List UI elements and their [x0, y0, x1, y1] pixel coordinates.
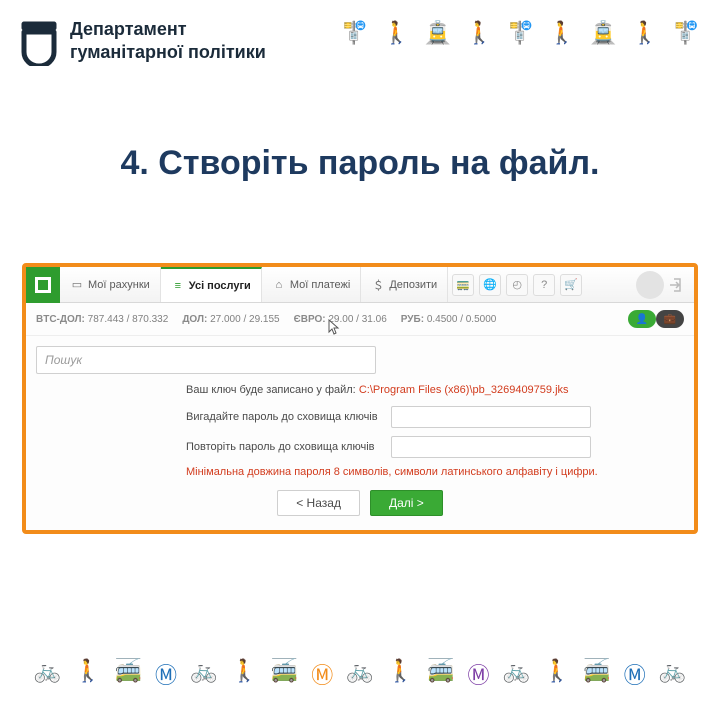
piggy-icon: ＄ — [371, 278, 385, 292]
password2-label: Повторіть пароль до сховища ключів — [186, 441, 391, 453]
back-button[interactable]: < Назад — [277, 490, 360, 516]
trolley3-icon: 🚎 — [427, 658, 454, 690]
key-file-info: Ваш ключ буде записано у файл: C:\Progra… — [186, 384, 694, 396]
rate-btc: 787.443 / 870.332 — [88, 314, 169, 325]
walk2-icon: 🚶 — [230, 658, 257, 690]
stop2-icon: 🚏 — [507, 20, 534, 46]
department-line1: Департамент — [70, 18, 266, 41]
rate-usd-label: ДОЛ: — [182, 314, 207, 325]
nav-accounts[interactable]: ▭ Мої рахунки — [60, 267, 161, 302]
nav-deposits[interactable]: ＄ Депозити — [361, 267, 448, 302]
nav-accounts-label: Мої рахунки — [88, 279, 150, 291]
trolley2-icon: 🚎 — [271, 658, 298, 690]
logout-icon[interactable] — [668, 277, 684, 293]
page-title: 4. Створіть пароль на файл. — [0, 144, 720, 183]
metro2-icon: Ⓜ — [311, 658, 333, 690]
nav-all-services[interactable]: ≡ Усі послуги — [161, 267, 262, 302]
trolley-icon: 🚎 — [115, 658, 142, 690]
mini-toolbar: 🚃 🌐 ◴ ? 🛒 — [452, 267, 582, 302]
bike-icon: 🚲 — [34, 658, 61, 690]
password1-label: Вигадайте пароль до сховища ключів — [186, 411, 391, 423]
key-file-prefix: Ваш ключ буде записано у файл: — [186, 384, 359, 396]
bottom-icon-strip: 🚲 🚶 🚎 Ⓜ 🚲 🚶 🚎 Ⓜ 🚲 🚶 🚎 Ⓜ 🚲 🚶 🚎 Ⓜ 🚲 — [0, 658, 720, 690]
cart-icon[interactable]: 🛒 — [560, 274, 582, 296]
rates-bar: BTC-ДОЛ: 787.443 / 870.332 ДОЛ: 27.000 /… — [26, 303, 694, 336]
help-icon[interactable]: ? — [533, 274, 555, 296]
trolley4-icon: 🚎 — [583, 658, 610, 690]
search-input[interactable] — [36, 346, 376, 374]
rate-btc-label: BTC-ДОЛ: — [36, 314, 85, 325]
rate-rub-label: РУБ: — [401, 314, 424, 325]
bus-icon: 🚊 — [424, 20, 451, 46]
bike2-icon: 🚲 — [190, 658, 217, 690]
user-avatar-icon[interactable] — [636, 271, 664, 299]
view-briefcase-icon[interactable]: 💼 — [656, 310, 684, 328]
bus2-icon: 🚊 — [590, 20, 617, 46]
nav-deposits-label: Депозити — [389, 279, 437, 291]
walk3-icon: 🚶 — [387, 658, 414, 690]
next-button[interactable]: Далі > — [370, 490, 443, 516]
bike5-icon: 🚲 — [659, 658, 686, 690]
department-line2: гуманітарної політики — [70, 41, 266, 64]
home-icon: ⌂ — [272, 278, 286, 292]
stop3-icon: 🚏 — [673, 20, 700, 46]
department-logo: Департамент гуманітарної політики — [18, 18, 266, 66]
list-icon: ≡ — [171, 279, 185, 293]
stop-icon: 🚏 — [341, 20, 368, 46]
bike4-icon: 🚲 — [503, 658, 530, 690]
walk-icon: 🚶 — [383, 20, 410, 46]
bank-logo[interactable] — [26, 267, 60, 303]
app-screenshot: ▭ Мої рахунки ≡ Усі послуги ⌂ Мої платеж… — [22, 263, 698, 534]
user-block — [636, 267, 688, 302]
rate-usd: 27.000 / 29.155 — [210, 314, 280, 325]
card-icon: ▭ — [70, 278, 84, 292]
password-hint: Мінімальна довжина пароля 8 символів, си… — [186, 466, 694, 478]
rate-rub: 0.4500 / 0.5000 — [427, 314, 497, 325]
clock-icon[interactable]: ◴ — [506, 274, 528, 296]
walk-icon: 🚶 — [74, 658, 101, 690]
password2-input[interactable] — [391, 436, 591, 458]
key-file-path: C:\Program Files (x86)\pb_3269409759.jks — [359, 384, 569, 396]
walk4-icon: 🚶 — [543, 658, 570, 690]
shield-icon — [18, 18, 60, 66]
nav-all-services-label: Усі послуги — [189, 280, 251, 292]
globe-icon[interactable]: 🌐 — [479, 274, 501, 296]
transport-icon[interactable]: 🚃 — [452, 274, 474, 296]
top-icon-strip: 🚏 🚶 🚊 🚶 🚏 🚶 🚊 🚶 🚏 — [341, 18, 700, 46]
rate-eur: 29.00 / 31.06 — [328, 314, 386, 325]
metro4-icon: Ⓜ — [624, 658, 646, 690]
bike3-icon: 🚲 — [346, 658, 373, 690]
walk4-icon: 🚶 — [631, 20, 658, 46]
app-toolbar: ▭ Мої рахунки ≡ Усі послуги ⌂ Мої платеж… — [26, 267, 694, 303]
nav-payments[interactable]: ⌂ Мої платежі — [262, 267, 361, 302]
nav-payments-label: Мої платежі — [290, 279, 350, 291]
walk3-icon: 🚶 — [548, 20, 575, 46]
password1-input[interactable] — [391, 406, 591, 428]
walk2-icon: 🚶 — [466, 20, 493, 46]
metro-icon: Ⓜ — [155, 658, 177, 690]
metro3-icon: Ⓜ — [468, 658, 490, 690]
view-person-icon[interactable]: 👤 — [628, 310, 656, 328]
view-toggle: 👤 💼 — [628, 310, 684, 328]
rate-eur-label: ЄВРО: — [294, 314, 326, 325]
